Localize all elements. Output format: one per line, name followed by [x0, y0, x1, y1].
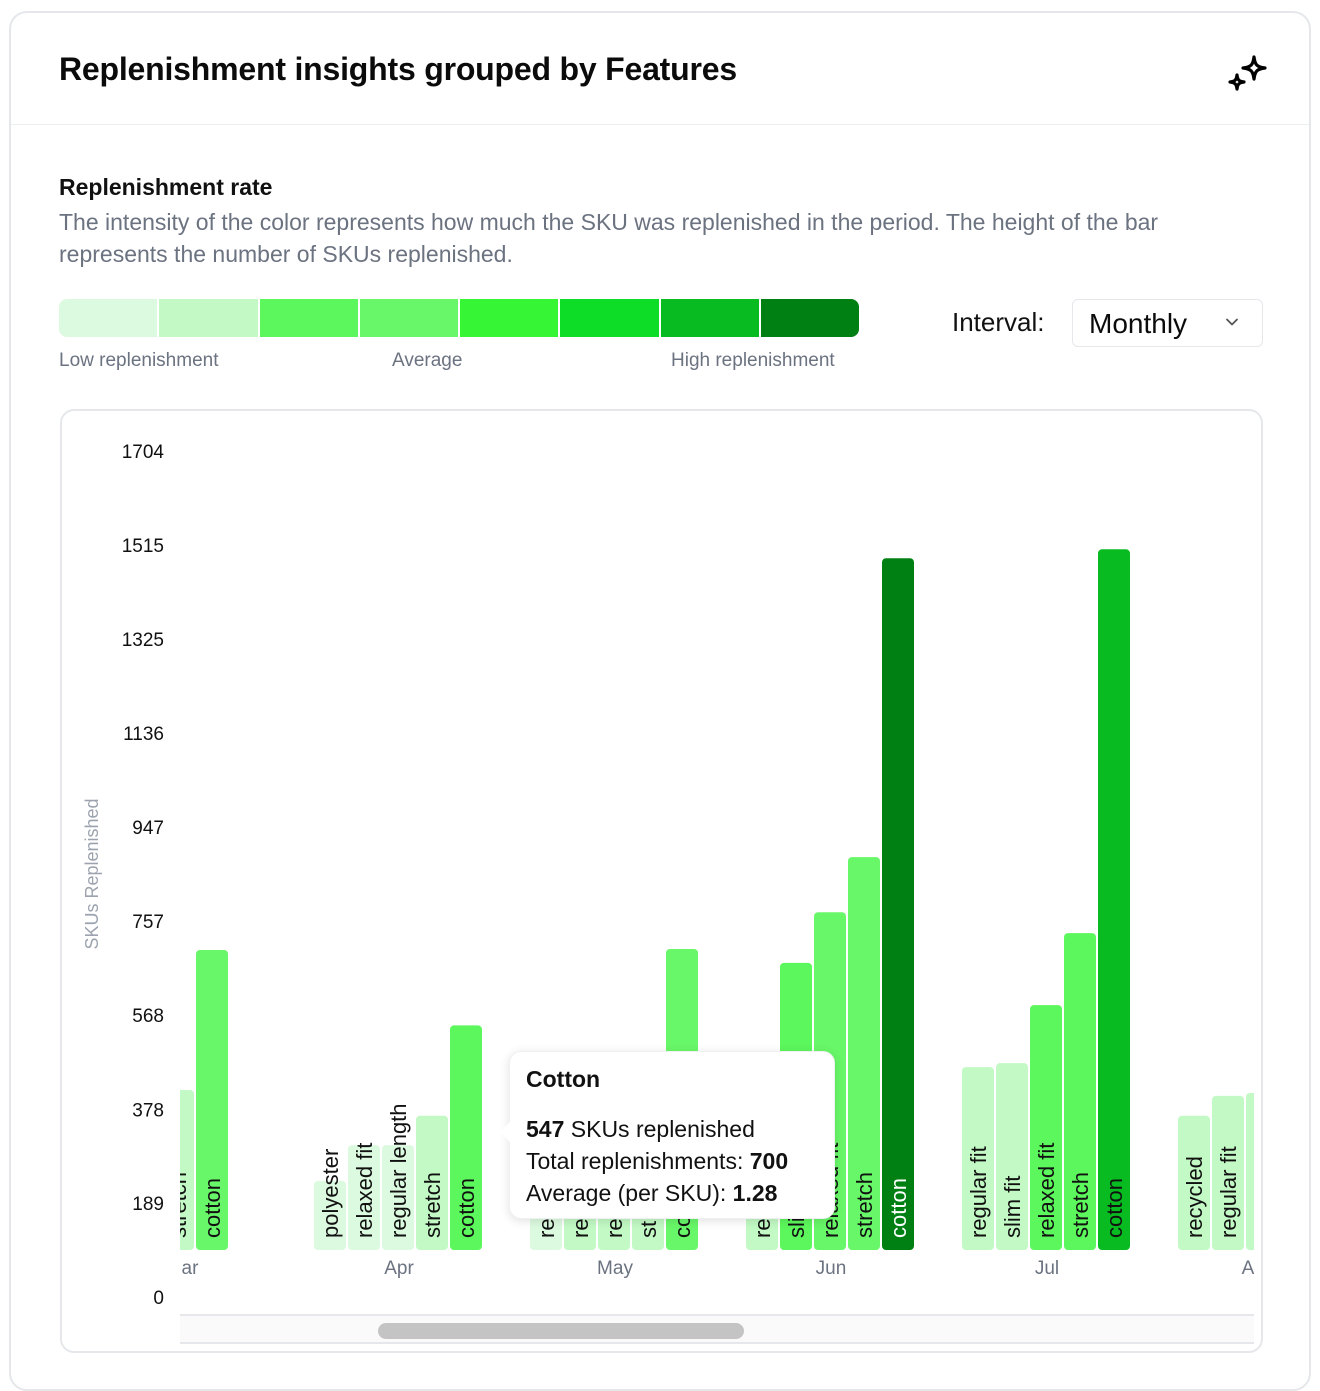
legend-swatch-6 — [660, 299, 761, 337]
bar-label: regular fit — [966, 1146, 991, 1238]
bar-label: re — [750, 1218, 775, 1238]
tooltip-title: Cotton — [526, 1066, 601, 1092]
y-tick-label: 0 — [153, 1288, 164, 1309]
x-tick-label: ar — [182, 1258, 200, 1279]
tooltip-average: Average (per SKU): 1.28 — [526, 1177, 818, 1209]
bar-label: cotton — [1102, 1178, 1127, 1238]
legend-swatch-4 — [460, 299, 561, 337]
bar-label: st — [636, 1221, 661, 1238]
bar-label: re — [602, 1218, 627, 1238]
bar-label: stretch — [166, 1172, 191, 1238]
interval-select[interactable]: Monthly — [1072, 299, 1263, 347]
y-tick-label: 189 — [132, 1194, 164, 1215]
bar-label: cotton — [886, 1178, 911, 1238]
bar-label: relaxed fit — [352, 1143, 377, 1238]
legend-swatch-0 — [59, 299, 160, 337]
bar-jul-cotton — [1098, 549, 1130, 1250]
tooltip-skus-value: 547 — [526, 1116, 565, 1142]
x-tick-label: Apr — [384, 1258, 414, 1279]
bar-label: cotton — [200, 1178, 225, 1238]
legend-swatch-5 — [560, 299, 661, 337]
bar-label: re — [534, 1218, 559, 1238]
tooltip-avg-label: Average (per SKU): — [526, 1180, 727, 1206]
tooltip-total: Total replenishments: 700 — [526, 1145, 818, 1177]
bar-label: stretch — [1068, 1172, 1093, 1238]
section-description: The intensity of the color represents ho… — [59, 209, 1159, 267]
bar-label: relaxed fit — [132, 1143, 157, 1238]
y-tick-label: 757 — [132, 912, 164, 933]
insights-card: Replenishment insights grouped by Featur… — [9, 11, 1311, 1391]
scrollbar-thumb[interactable] — [378, 1323, 744, 1339]
bar-label: regular fit — [1216, 1146, 1241, 1238]
legend-swatch-7 — [760, 299, 859, 337]
bar-label: polyester — [318, 1149, 343, 1238]
bar-label: slim fit — [1000, 1176, 1025, 1238]
x-tick-label: A — [1242, 1258, 1255, 1279]
legend-low-label: Low replenishment — [59, 350, 219, 371]
tooltip-total-value: 700 — [749, 1148, 789, 1174]
interval-label: Interval: — [952, 307, 1045, 337]
card-title: Replenishment insights grouped by Featur… — [59, 51, 737, 87]
horizontal-scrollbar[interactable] — [180, 1314, 1254, 1344]
color-scale-legend — [59, 299, 859, 337]
y-tick-label: 568 — [132, 1006, 164, 1027]
tooltip-skus-text: SKUs replenished — [570, 1116, 755, 1142]
x-tick-label: May — [597, 1258, 633, 1279]
tooltip-total-label: Total replenishments: — [526, 1148, 744, 1174]
bar-label: relaxed fit — [1034, 1143, 1059, 1238]
bar-label: stretch — [420, 1172, 445, 1238]
y-tick-label: 947 — [132, 818, 164, 839]
chevron-down-icon — [1226, 318, 1238, 326]
bar-aug-unlabeled — [1246, 1092, 1254, 1250]
legend-swatch-3 — [359, 299, 460, 337]
bar-label: recycled — [1182, 1156, 1207, 1238]
y-tick-label: 1704 — [122, 442, 165, 463]
sparkles-icon[interactable] — [1223, 49, 1273, 99]
x-tick-label: Jul — [1035, 1258, 1059, 1279]
y-tick-label: 1515 — [122, 536, 164, 557]
y-tick-label: 1325 — [122, 630, 164, 651]
bar-label: cotton — [454, 1178, 479, 1238]
interval-selected-value: Monthly — [1089, 308, 1188, 339]
section-title: Replenishment rate — [59, 174, 273, 200]
y-tick-label: 1136 — [123, 724, 164, 745]
y-tick-label: 378 — [132, 1100, 164, 1121]
bar-label: regular length — [386, 1103, 411, 1238]
legend-swatch-2 — [259, 299, 360, 337]
legend-mid-label: Average — [392, 350, 463, 371]
bar-label: stretch — [852, 1172, 877, 1238]
legend-high-label: High replenishment — [671, 350, 835, 371]
chart-container: SKUs Replenished 0 189 378 568 757 947 1136 1325… — [60, 409, 1263, 1353]
bar-tooltip: Cotton 547 SKUs replenished Total replen… — [500, 1051, 835, 1219]
bar-jun-cotton — [882, 558, 914, 1250]
bar-mar-relaxed-fit — [128, 1109, 160, 1250]
y-axis-title: SKUs Replenished — [82, 798, 102, 949]
x-tick-label: Jun — [816, 1258, 847, 1279]
bar-label: re — [568, 1218, 593, 1238]
card-header: Replenishment insights grouped by Featur… — [11, 13, 1309, 125]
legend-swatch-1 — [159, 299, 260, 337]
tooltip-skus: 547 SKUs replenished — [526, 1113, 818, 1145]
tooltip-avg-value: 1.28 — [732, 1180, 778, 1206]
